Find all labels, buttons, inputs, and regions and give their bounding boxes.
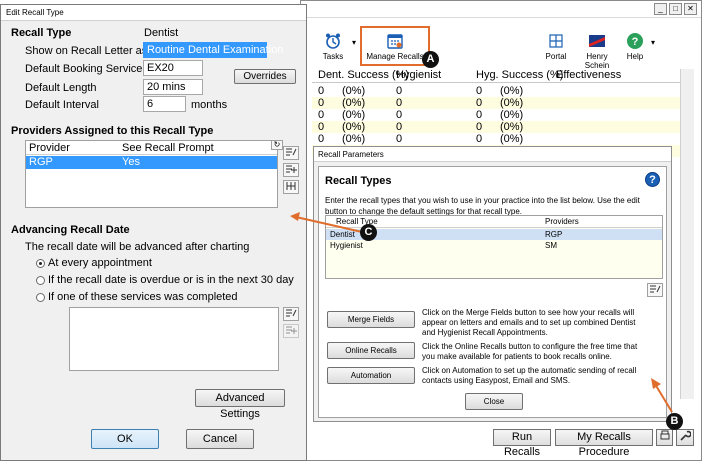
annotation-arrows bbox=[290, 212, 673, 413]
arrow-c-line bbox=[295, 216, 363, 233]
marker-c: C bbox=[360, 224, 377, 241]
arrow-c-head bbox=[290, 212, 300, 221]
arrow-b-line bbox=[654, 383, 673, 413]
marker-a: A bbox=[422, 51, 439, 68]
marker-b: B bbox=[666, 413, 683, 430]
